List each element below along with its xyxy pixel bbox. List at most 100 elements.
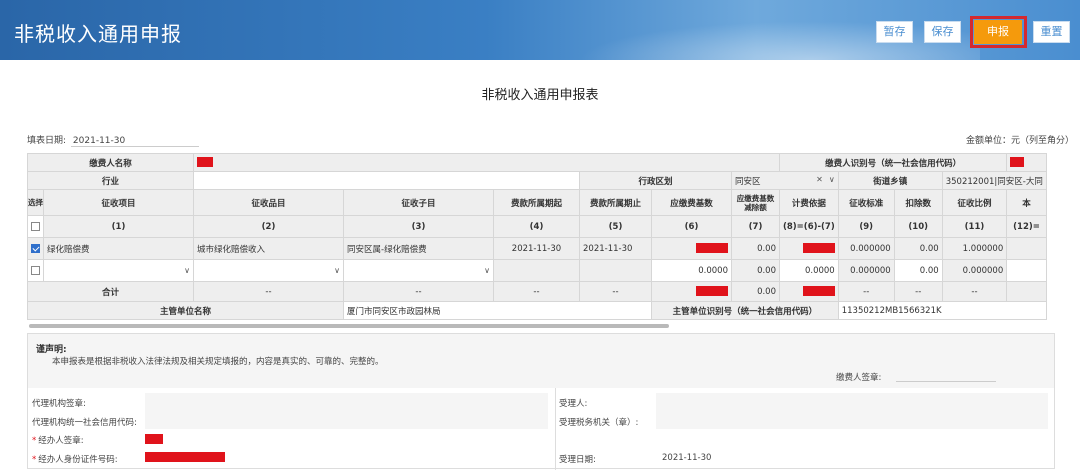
redacted-block	[145, 434, 163, 444]
row2-subitem-select[interactable]: ∨	[343, 259, 494, 282]
redacted-block	[802, 286, 835, 297]
receiver-label: 受理人:	[559, 399, 588, 409]
payer-name-value	[193, 153, 780, 172]
handler-id-label: * 经办人身份证件号码:	[32, 455, 118, 465]
row2-base[interactable]: 0.0000	[651, 259, 732, 282]
colnum-7: (7)	[731, 215, 780, 238]
col-base: 应缴费基数	[651, 189, 732, 216]
payer-sign-label: 缴费人签章:	[836, 373, 882, 383]
horizontal-scrollbar[interactable]	[29, 324, 669, 328]
col-ratio: 征收比例	[941, 189, 1008, 216]
fill-date-label: 填表日期:	[27, 136, 67, 146]
total-ratio: --	[941, 281, 1008, 302]
col-select: 选择	[27, 189, 44, 216]
row1-period-start[interactable]: 2021-11-30	[493, 237, 580, 260]
tax-office-field	[656, 411, 1048, 429]
reset-button[interactable]: 重置	[1033, 21, 1070, 43]
row2-project-select[interactable]: ∨	[43, 259, 194, 282]
payer-sign-line[interactable]	[896, 381, 996, 382]
handler-id-field[interactable]	[145, 448, 548, 466]
divider	[555, 388, 556, 470]
col-period-start: 费款所属期起	[493, 189, 580, 216]
street-value[interactable]: 350212001|同安区-大同	[941, 171, 1047, 190]
colnum-9: (9)	[837, 215, 895, 238]
table-row[interactable]: ∨ ∨ ∨ 0.0000 0.00 0.0000 0.000000 0.00 0…	[27, 259, 1047, 282]
colnum-4: (4)	[493, 215, 580, 238]
row2-period-start[interactable]	[493, 259, 580, 282]
checkbox-icon[interactable]	[31, 243, 40, 253]
checkbox-icon[interactable]	[31, 265, 40, 275]
table-row[interactable]: 绿化赔偿费 城市绿化赔偿收入 同安区属-绿化赔偿费 2021-11-30 202…	[27, 237, 1047, 260]
district-select[interactable]: 同安区 ∨ ✕	[731, 171, 839, 190]
total-base	[651, 281, 732, 302]
fill-date-underline	[71, 146, 199, 147]
row2-base-deduction[interactable]: 0.00	[731, 259, 780, 282]
chevron-down-icon[interactable]: ∨	[829, 175, 835, 184]
close-icon[interactable]: ✕	[816, 175, 823, 184]
row1-project[interactable]: 绿化赔偿费	[43, 237, 194, 260]
row2-select[interactable]	[27, 259, 44, 282]
agent-code-field[interactable]	[145, 411, 548, 429]
industry-value[interactable]	[193, 171, 580, 190]
colnum-6: (6)	[651, 215, 732, 238]
declaration-table: 缴费人名称 缴费人识别号（统一社会信用代码） 行业 行政区划 同安区 ∨ ✕ 街…	[27, 153, 1047, 320]
col-item: 征收品目	[193, 189, 344, 216]
row1-basis	[779, 237, 839, 260]
colnum-1: (1)	[43, 215, 194, 238]
select-all-cell[interactable]	[27, 215, 44, 238]
redacted-block	[197, 157, 213, 168]
row2-item-select[interactable]: ∨	[193, 259, 344, 282]
row2-truncated	[1006, 259, 1047, 282]
row1-subitem[interactable]: 同安区属-绿化赔偿费	[343, 237, 494, 260]
total-period-start: --	[493, 281, 580, 302]
total-truncated	[1006, 281, 1047, 302]
row1-base[interactable]	[651, 237, 732, 260]
tax-office-label: 受理税务机关（章）:	[559, 418, 639, 428]
col-truncated: 本	[1006, 189, 1047, 216]
row2-deduction[interactable]: 0.00	[893, 259, 943, 282]
district-value: 同安区	[735, 176, 761, 187]
handler-sign-label: * 经办人签章:	[32, 436, 84, 446]
form-title: 非税收入通用申报表	[481, 88, 599, 103]
colnum-10: (10)	[893, 215, 943, 238]
save-draft-button[interactable]: 暂存	[876, 21, 913, 43]
fill-date-value[interactable]: 2021-11-30	[73, 136, 125, 146]
chevron-down-icon: ∨	[184, 266, 190, 275]
total-standard: --	[837, 281, 895, 302]
row1-item[interactable]: 城市绿化赔偿收入	[193, 237, 344, 260]
declaration-statement: 谨声明: 本申报表是根据非税收入法律法规及相关规定填报的，内容是真实的、可靠的、…	[28, 334, 1054, 388]
col-subitem: 征收子目	[343, 189, 494, 216]
declaration-title: 谨声明:	[36, 345, 67, 355]
save-button[interactable]: 保存	[924, 21, 961, 43]
colnum-5: (5)	[579, 215, 652, 238]
payer-id-value	[1006, 153, 1047, 172]
row1-truncated	[1006, 237, 1047, 260]
agent-seal-field[interactable]	[145, 393, 548, 411]
redacted-block	[1010, 157, 1025, 168]
row1-deduction[interactable]: 0.00	[893, 237, 943, 260]
agent-seal-label: 代理机构签章:	[32, 399, 86, 409]
row1-standard: 0.000000	[837, 237, 895, 260]
checkbox-icon[interactable]	[31, 221, 40, 231]
receiver-field	[656, 393, 1048, 411]
col-basis: 计费依据	[779, 189, 839, 216]
district-label: 行政区划	[579, 171, 732, 190]
row2-period-end[interactable]	[579, 259, 652, 282]
amount-unit-note: 金额单位：元（列至角分）	[965, 136, 1074, 146]
industry-label: 行业	[27, 171, 194, 190]
colnum-12: (12)=	[1006, 215, 1047, 238]
row1-base-deduction[interactable]: 0.00	[731, 237, 780, 260]
row1-ratio: 1.000000	[941, 237, 1008, 260]
header-decoration	[560, 18, 980, 60]
colnum-3: (3)	[343, 215, 494, 238]
total-item: --	[193, 281, 344, 302]
colnum-11: (11)	[941, 215, 1008, 238]
total-basis	[779, 281, 839, 302]
row1-period-end[interactable]: 2021-11-30	[579, 237, 652, 260]
row2-basis: 0.0000	[779, 259, 839, 282]
app-header: 非税收入通用申报 暂存 保存 申报 重置	[0, 0, 1080, 60]
highlight-box	[970, 16, 1027, 48]
row1-select[interactable]	[27, 237, 44, 260]
handler-sign-field[interactable]	[145, 430, 548, 448]
authority-id-value: 11350212MB1566321K	[837, 301, 1047, 320]
